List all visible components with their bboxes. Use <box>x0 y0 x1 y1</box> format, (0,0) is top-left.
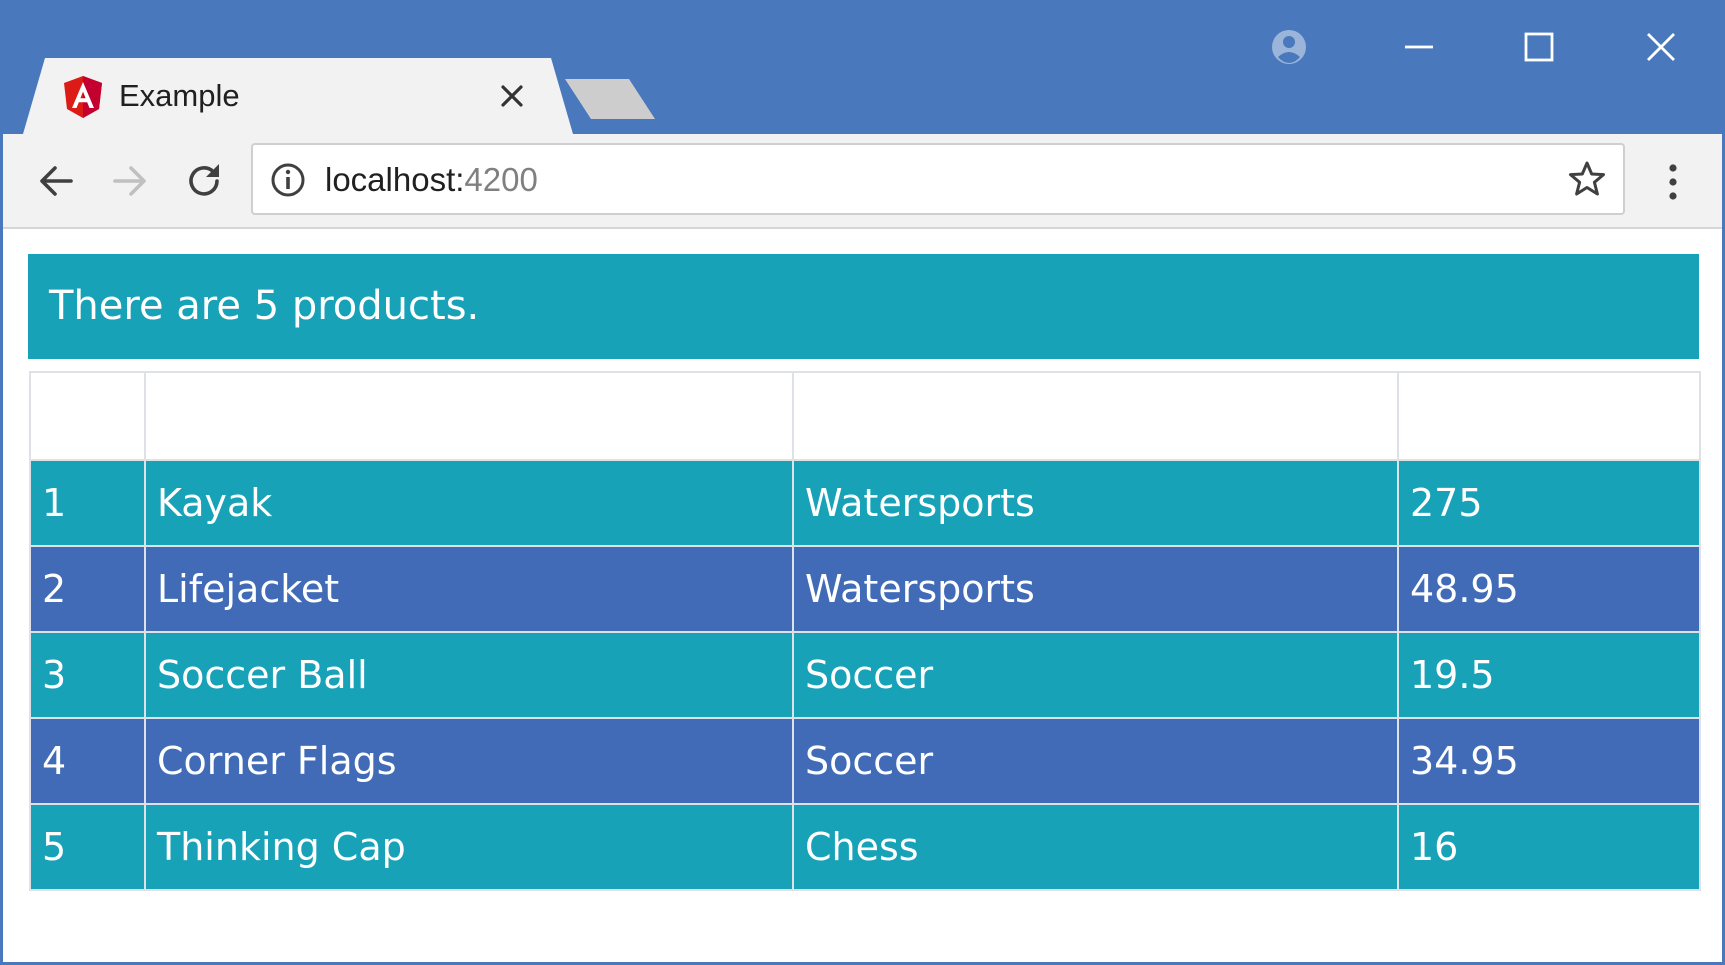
browser-toolbar: localhost:4200 <box>3 134 1722 229</box>
column-header <box>144 371 794 461</box>
browser-menu-icon[interactable] <box>1651 160 1695 204</box>
table-row: 3 Soccer Ball Soccer 19.5 <box>29 631 1701 719</box>
table-row: 4 Corner Flags Soccer 34.95 <box>29 717 1701 805</box>
column-header <box>29 371 146 461</box>
cell-name: Kayak <box>144 459 794 547</box>
cell-category: Soccer <box>792 717 1399 805</box>
cell-index: 5 <box>29 803 146 891</box>
tab-example[interactable]: Example <box>23 58 573 134</box>
url-host: localhost: <box>325 161 465 198</box>
cell-price: 48.95 <box>1397 545 1701 633</box>
page-content: There are 5 products. 1 Kayak Watersport… <box>3 229 1722 962</box>
table-row: 1 Kayak Watersports 275 <box>29 459 1701 547</box>
close-tab-icon[interactable] <box>493 77 531 115</box>
cell-name: Lifejacket <box>144 545 794 633</box>
product-count-banner: There are 5 products. <box>28 254 1699 359</box>
close-window-icon[interactable] <box>1639 25 1683 69</box>
cell-index: 2 <box>29 545 146 633</box>
cell-name: Corner Flags <box>144 717 794 805</box>
cell-category: Soccer <box>792 631 1399 719</box>
cell-price: 34.95 <box>1397 717 1701 805</box>
address-bar[interactable]: localhost:4200 <box>251 143 1625 215</box>
maximize-icon[interactable] <box>1517 25 1561 69</box>
info-icon[interactable] <box>269 161 307 199</box>
table-row: 5 Thinking Cap Chess 16 <box>29 803 1701 891</box>
browser-window: Example localhost:4200 There are 5 produ… <box>0 0 1725 965</box>
forward-arrow-icon[interactable] <box>107 158 153 204</box>
url-text[interactable]: localhost:4200 <box>325 159 538 201</box>
cell-category: Watersports <box>792 459 1399 547</box>
profile-icon[interactable] <box>1267 25 1311 69</box>
new-tab-button[interactable] <box>565 79 655 119</box>
url-port: 4200 <box>464 161 538 198</box>
cell-index: 1 <box>29 459 146 547</box>
cell-index: 3 <box>29 631 146 719</box>
products-table: 1 Kayak Watersports 275 2 Lifejacket Wat… <box>29 371 1701 891</box>
cell-category: Chess <box>792 803 1399 891</box>
angular-logo-icon <box>64 76 102 118</box>
cell-name: Thinking Cap <box>144 803 794 891</box>
cell-price: 16 <box>1397 803 1701 891</box>
title-bar: Example <box>3 3 1722 134</box>
cell-index: 4 <box>29 717 146 805</box>
column-header <box>792 371 1399 461</box>
tab-title: Example <box>119 78 240 113</box>
cell-name: Soccer Ball <box>144 631 794 719</box>
minimize-icon[interactable] <box>1397 25 1441 69</box>
reload-icon[interactable] <box>181 158 227 204</box>
cell-category: Watersports <box>792 545 1399 633</box>
column-header <box>1397 371 1701 461</box>
back-arrow-icon[interactable] <box>33 158 79 204</box>
cell-price: 19.5 <box>1397 631 1701 719</box>
cell-price: 275 <box>1397 459 1701 547</box>
bookmark-star-icon[interactable] <box>1567 159 1607 199</box>
table-row: 2 Lifejacket Watersports 48.95 <box>29 545 1701 633</box>
table-header-row <box>29 371 1701 461</box>
